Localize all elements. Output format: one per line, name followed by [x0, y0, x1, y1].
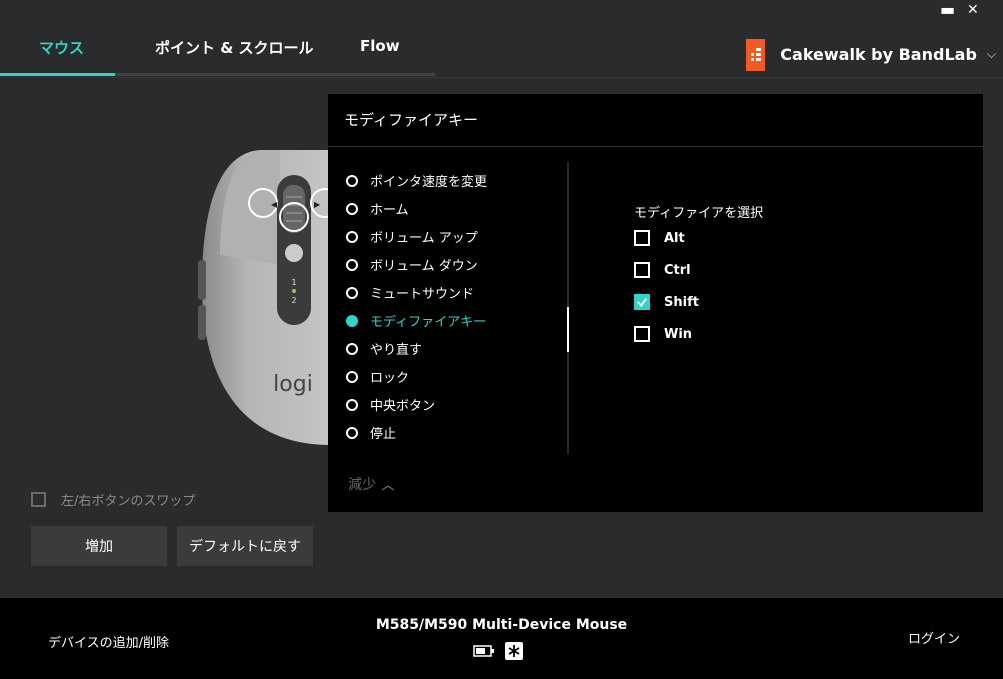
radio-button-selected[interactable]	[346, 314, 358, 327]
swap-buttons-checkbox[interactable]: 左/右ボタンのスワップ	[31, 490, 195, 509]
add-remove-devices-link[interactable]: デバイスの追加/削除	[48, 632, 169, 651]
option-lock[interactable]: ロック	[346, 367, 409, 386]
option-label: ロック	[370, 371, 410, 386]
tab-flow[interactable]: Flow	[360, 37, 400, 55]
swap-label: 左/右ボタンのスワップ	[61, 494, 196, 509]
tab-active-indicator	[0, 73, 115, 76]
swap-checkbox-box[interactable]	[31, 492, 46, 507]
battery-icon	[473, 645, 494, 657]
modifier-ctrl[interactable]: Ctrl	[634, 262, 691, 278]
action-list[interactable]: ポインタ速度を変更 ホーム ボリューム アップ ボリューム ダウン ミュートサウ…	[328, 159, 568, 454]
option-volume-up[interactable]: ボリューム アップ	[346, 227, 478, 246]
option-volume-down[interactable]: ボリューム ダウン	[346, 255, 478, 274]
option-label: モディファイアキー	[370, 315, 487, 330]
radio-button[interactable]	[346, 370, 358, 383]
option-modifier-key[interactable]: モディファイアキー	[346, 311, 486, 330]
radio-button[interactable]	[346, 258, 358, 271]
mouse-illustration: 1 2 ◀ ▶ logi	[190, 145, 340, 455]
option-middle-button[interactable]: 中央ボタン	[346, 395, 435, 414]
restore-default-button[interactable]: デフォルトに戻す	[177, 526, 313, 566]
show-less-label: 減少	[348, 477, 376, 493]
modifier-select-title: モディファイアを選択	[634, 206, 764, 221]
option-redo[interactable]: やり直す	[346, 339, 422, 358]
modifier-label: Alt	[664, 230, 685, 246]
modifier-label: Ctrl	[664, 262, 691, 278]
radio-button[interactable]	[346, 342, 358, 355]
option-mute[interactable]: ミュートサウンド	[346, 283, 474, 302]
radio-button[interactable]	[346, 202, 358, 215]
panel-title: モディファイアキー	[344, 111, 478, 129]
app-name: Cakewalk by BandLab	[780, 45, 977, 64]
option-pointer-speed[interactable]: ポインタ速度を変更	[346, 171, 487, 190]
radio-button[interactable]	[346, 398, 358, 411]
option-label: ボリューム アップ	[370, 231, 478, 246]
minimize-button[interactable]: ▬	[940, 0, 955, 19]
close-button[interactable]: ✕	[967, 2, 979, 18]
show-less-button[interactable]: 減少 ︿	[348, 474, 394, 494]
checkbox[interactable]	[634, 230, 650, 246]
option-label: ポインタ速度を変更	[370, 175, 488, 190]
cakewalk-logo-icon	[746, 38, 766, 71]
option-stop[interactable]: 停止	[346, 423, 396, 442]
checkbox[interactable]	[634, 326, 650, 342]
option-label: ミュートサウンド	[370, 287, 475, 302]
modifier-label: Shift	[664, 294, 699, 310]
radio-button[interactable]	[346, 286, 358, 299]
option-label: やり直す	[370, 343, 423, 358]
chevron-up-icon: ︿	[382, 477, 395, 492]
login-link[interactable]: ログイン	[908, 628, 960, 647]
list-scrollbar-thumb[interactable]	[567, 307, 569, 352]
unifying-receiver-icon	[505, 642, 523, 660]
svg-text:◀: ◀	[271, 200, 278, 209]
modifier-win[interactable]: Win	[634, 326, 692, 342]
panel-divider	[328, 146, 983, 147]
svg-text:logi: logi	[273, 372, 313, 397]
modifier-alt[interactable]: Alt	[634, 230, 685, 246]
tab-bar: マウス ポイント & スクロール Flow	[0, 0, 435, 78]
radio-button[interactable]	[346, 174, 358, 187]
modifier-shift[interactable]: Shift	[634, 294, 699, 310]
add-button[interactable]: 増加	[31, 526, 167, 566]
option-label: 停止	[370, 427, 397, 442]
modifier-label: Win	[664, 326, 693, 342]
chevron-down-icon: ⌵	[986, 47, 996, 61]
device-status	[473, 642, 523, 660]
option-label: 中央ボタン	[370, 399, 436, 414]
tab-mouse[interactable]: マウス	[39, 37, 84, 58]
tab-point-scroll[interactable]: ポイント & スクロール	[155, 37, 314, 58]
checkbox-checked[interactable]	[634, 294, 650, 310]
header-divider	[0, 77, 1003, 78]
footer: デバイスの追加/削除 M585/M590 Multi-Device Mouse …	[0, 598, 1003, 679]
checkmark-icon	[637, 298, 648, 307]
modifier-key-panel: モディファイアキー ポインタ速度を変更 ホーム ボリューム アップ ボリューム …	[328, 94, 983, 512]
option-label: ホーム	[370, 203, 409, 218]
option-label: ボリューム ダウン	[370, 259, 478, 274]
app-selector[interactable]: Cakewalk by BandLab ⌵	[746, 38, 996, 71]
device-name: M585/M590 Multi-Device Mouse	[375, 617, 628, 633]
svg-text:2: 2	[291, 296, 296, 305]
svg-text:1: 1	[291, 278, 296, 287]
radio-button[interactable]	[346, 426, 358, 439]
radio-button[interactable]	[346, 230, 358, 243]
svg-text:▶: ▶	[314, 200, 321, 209]
checkbox[interactable]	[634, 262, 650, 278]
option-home[interactable]: ホーム	[346, 199, 409, 218]
